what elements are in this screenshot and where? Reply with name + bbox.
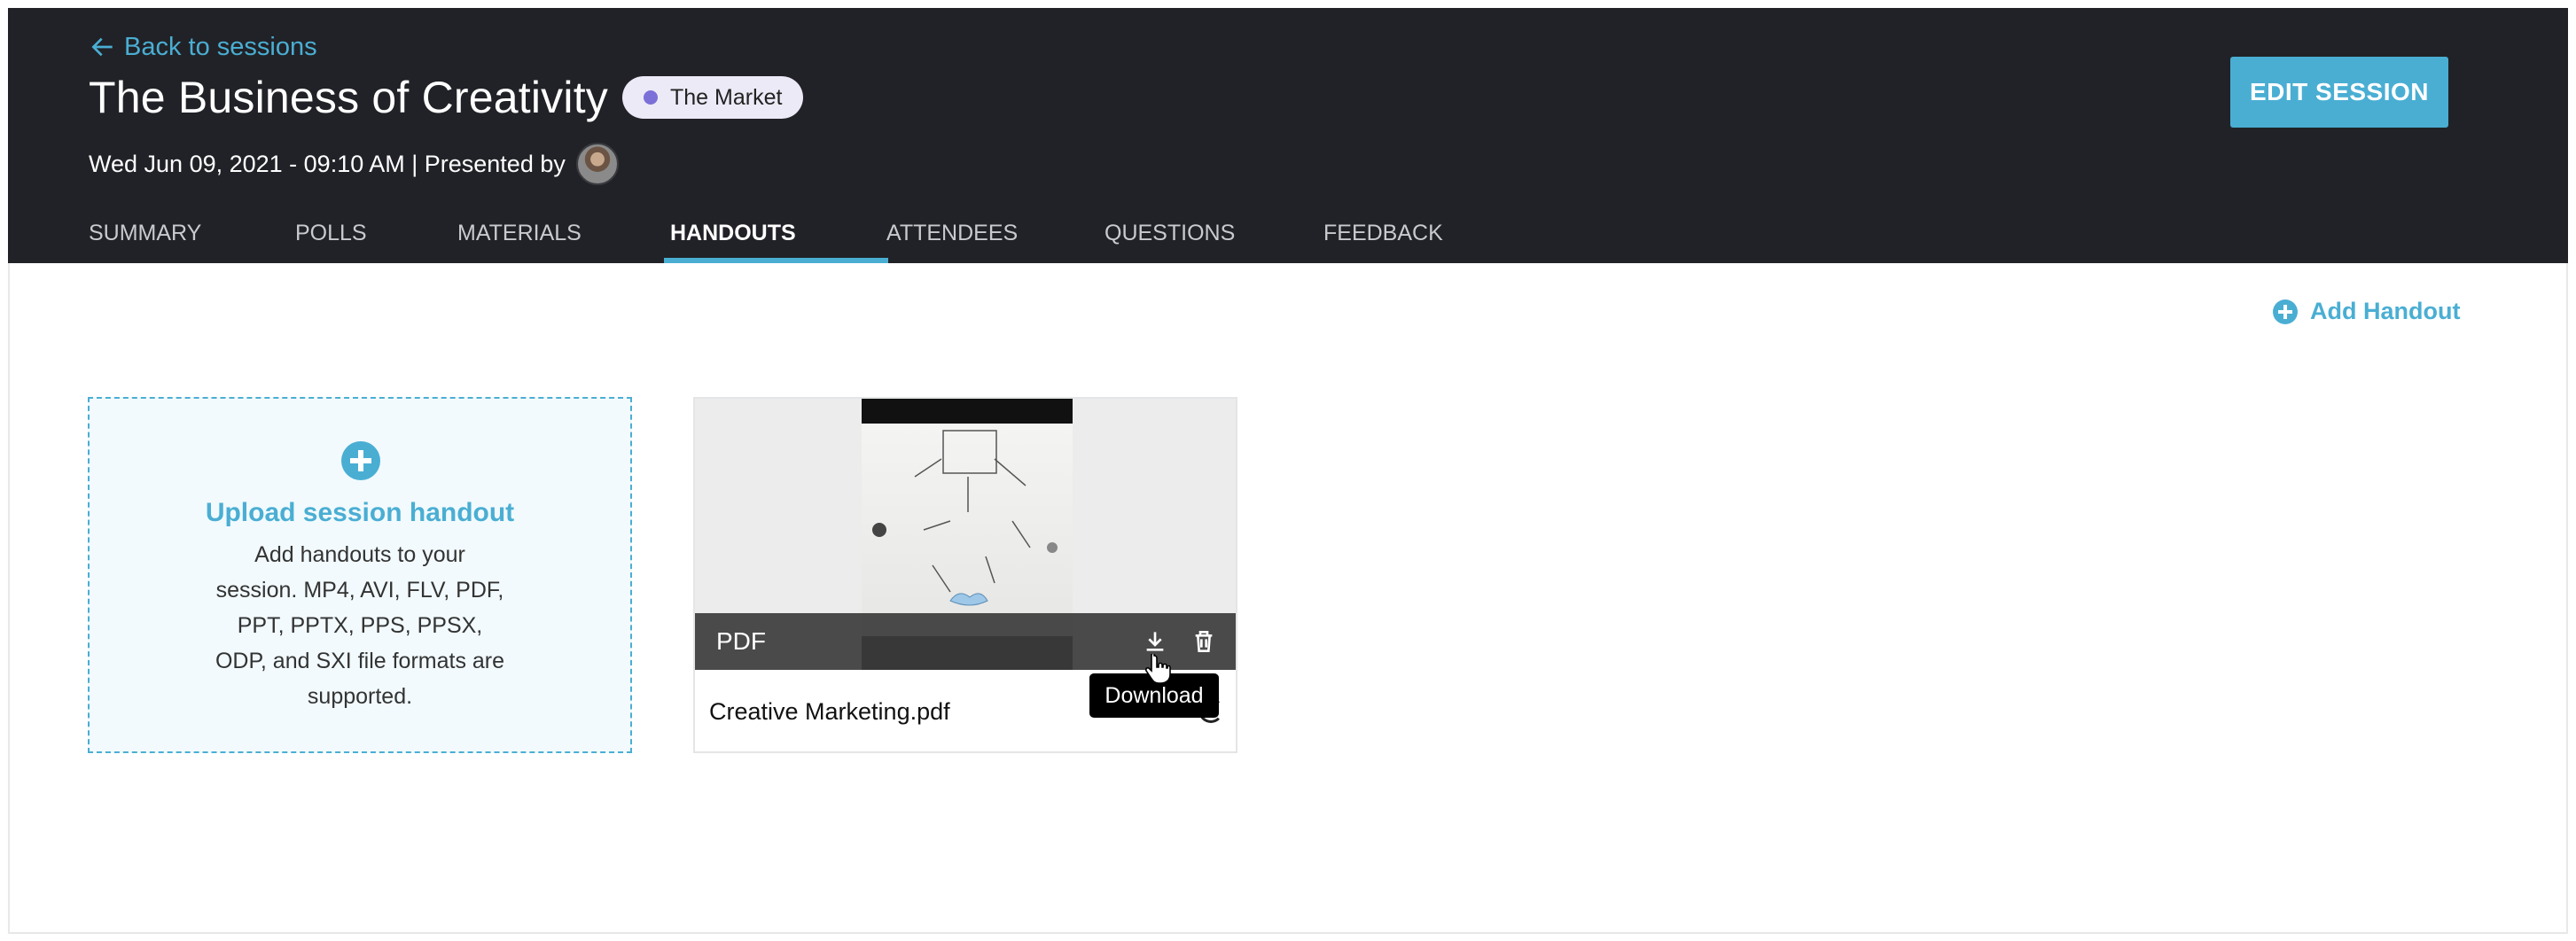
presenter-avatar[interactable] xyxy=(575,143,619,185)
back-to-sessions-link[interactable]: Back to sessions xyxy=(89,29,317,65)
upload-description: Add handouts to your session. MP4, AVI, … xyxy=(215,542,505,709)
upload-title: Upload session handout xyxy=(205,498,515,527)
tab-questions[interactable]: QUESTIONS xyxy=(1105,208,1323,263)
back-link-label: Back to sessions xyxy=(124,32,317,61)
tab-summary[interactable]: SUMMARY xyxy=(89,208,295,263)
preview-paper xyxy=(862,424,1073,636)
session-tabs: SUMMARY POLLS MATERIALS HANDOUTS ATTENDE… xyxy=(89,208,1456,263)
upload-handout-dropzone[interactable]: Upload session handout Add handouts to y… xyxy=(88,397,632,753)
tab-feedback[interactable]: FEEDBACK xyxy=(1323,208,1456,263)
title-row: The Business of Creativity The Market xyxy=(89,72,804,123)
add-handout-button[interactable]: Add Handout xyxy=(2273,298,2460,325)
file-name: Creative Marketing.pdf xyxy=(709,698,950,725)
download-icon[interactable] xyxy=(1141,627,1169,656)
creative-process-sketch-icon xyxy=(872,430,1058,606)
tab-materials[interactable]: MATERIALS xyxy=(457,208,670,263)
page-title: The Business of Creativity xyxy=(89,73,608,122)
tab-polls[interactable]: POLLS xyxy=(295,208,457,263)
edit-session-button[interactable]: EDIT SESSION xyxy=(2230,57,2448,128)
plus-circle-icon xyxy=(341,441,380,480)
tab-handouts[interactable]: HANDOUTS xyxy=(664,208,888,263)
track-dot-icon xyxy=(644,90,658,105)
session-datetime: Wed Jun 09, 2021 - 09:10 AM | Presented … xyxy=(89,150,566,177)
hand-cursor-icon xyxy=(1145,654,1171,684)
tab-attendees[interactable]: ATTENDEES xyxy=(886,208,1105,263)
session-meta: Wed Jun 09, 2021 - 09:10 AM | Presented … xyxy=(89,143,619,185)
add-handout-label: Add Handout xyxy=(2310,298,2461,324)
plus-circle-icon xyxy=(2273,299,2298,324)
handout-thumbnail: PDF xyxy=(695,399,1236,670)
trash-icon[interactable] xyxy=(1190,627,1218,656)
file-type-label: PDF xyxy=(716,627,766,655)
arrow-left-icon xyxy=(91,37,113,57)
track-badge-label: The Market xyxy=(670,84,783,110)
track-badge: The Market xyxy=(622,76,804,119)
session-header: Back to sessions The Business of Creativ… xyxy=(8,8,2568,263)
